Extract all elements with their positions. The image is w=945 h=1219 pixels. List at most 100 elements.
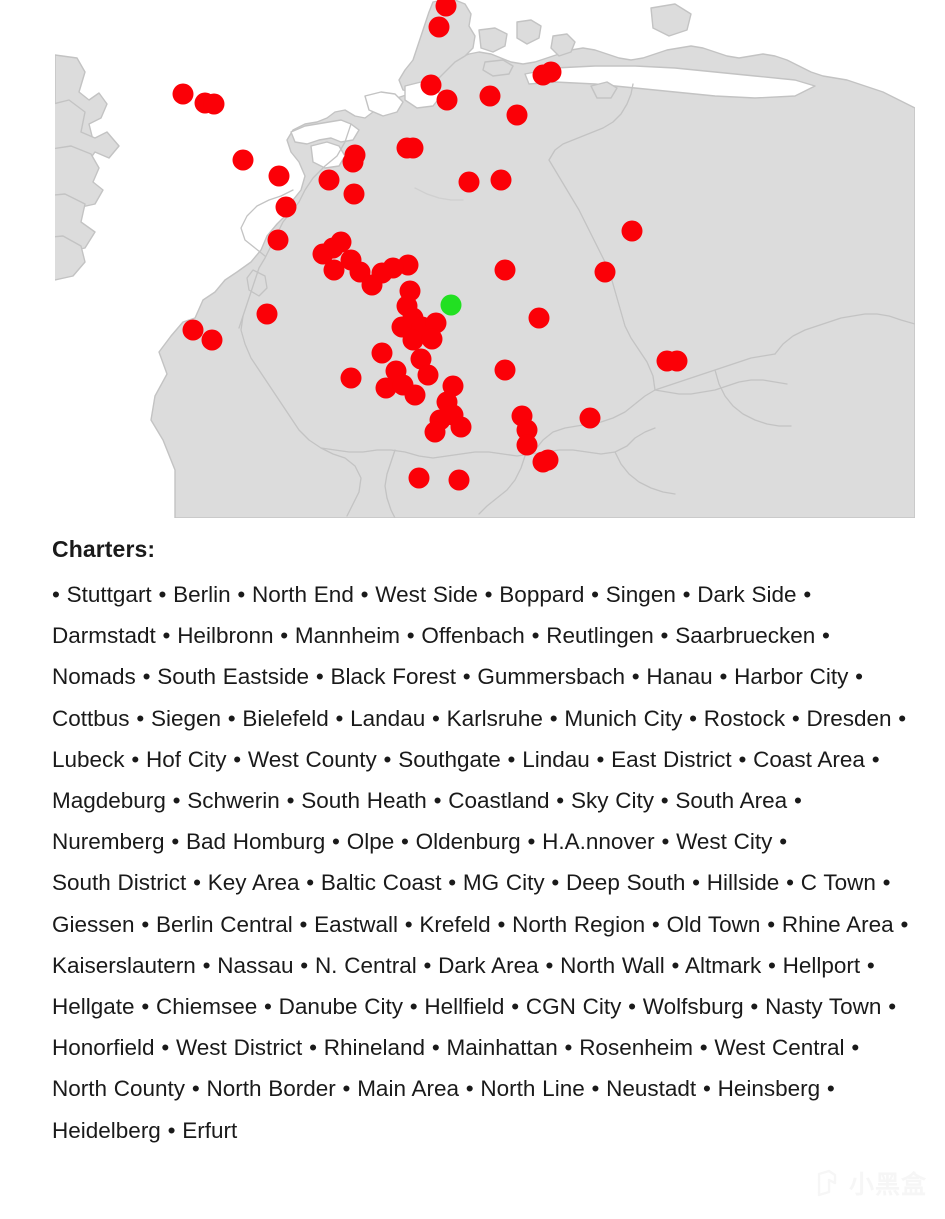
charter-name: North Region: [512, 911, 646, 937]
charter-name: Dresden: [806, 705, 892, 731]
charters-heading: Charters:: [52, 536, 156, 562]
charter-name: Rosenheim: [579, 1035, 693, 1061]
charter-name: Siegen: [150, 705, 222, 731]
map-marker-charter[interactable]: [201, 329, 223, 351]
charter-separator: •: [171, 829, 186, 855]
watermark: 小黑盒: [812, 1165, 927, 1201]
map-marker-charter[interactable]: [621, 220, 643, 242]
charter-separator: •: [631, 664, 647, 690]
map-marker-charter[interactable]: [172, 83, 194, 105]
charter-separator: •: [432, 705, 447, 731]
charter-separator: •: [237, 582, 253, 607]
map-marker-charter[interactable]: [182, 319, 204, 341]
charter-name: Dark Side: [697, 582, 797, 607]
charter-separator: •: [591, 582, 606, 607]
charter-name: Saarbruecken: [675, 623, 816, 649]
map-marker-charter[interactable]: [528, 307, 550, 329]
map-marker-charter[interactable]: [494, 259, 516, 281]
map-marker-charter[interactable]: [404, 384, 426, 406]
map-marker-charter[interactable]: [371, 342, 393, 364]
map-marker-charter[interactable]: [408, 467, 430, 489]
charter-separator: •: [689, 705, 704, 731]
map-marker-charter[interactable]: [450, 416, 472, 438]
map-marker-charter[interactable]: [232, 149, 254, 171]
map-marker-charter[interactable]: [458, 171, 480, 193]
charter-separator: •: [300, 952, 315, 978]
map-marker-charter[interactable]: [424, 421, 446, 443]
charter-separator: •: [315, 664, 331, 690]
charter-name: West Central: [714, 1035, 845, 1061]
map-marker-charter[interactable]: [516, 434, 538, 456]
map-marker-charter[interactable]: [448, 469, 470, 491]
charter-separator: •: [738, 746, 754, 772]
map-marker-charter[interactable]: [318, 169, 340, 191]
map-marker-charter[interactable]: [417, 364, 439, 386]
charter-separator: •: [409, 994, 425, 1020]
charter-name: Heinsberg: [717, 1076, 821, 1102]
map-marker-charter[interactable]: [275, 196, 297, 218]
watermark-logo-icon: [817, 1169, 837, 1197]
charter-separator: •: [448, 870, 463, 896]
map-marker-charter[interactable]: [343, 183, 365, 205]
map-marker-charter[interactable]: [532, 64, 554, 86]
map-marker-charter[interactable]: [436, 89, 458, 111]
charters-section: Charters: • Stuttgart • Berlin • North E…: [52, 534, 912, 1151]
map-marker-charter[interactable]: [344, 144, 366, 166]
charter-separator: •: [822, 623, 830, 649]
charter-separator: •: [682, 582, 698, 607]
map-marker-charter[interactable]: [361, 274, 383, 296]
charter-separator: •: [167, 1117, 183, 1143]
charter-name: North End: [252, 582, 354, 607]
map-marker-charter[interactable]: [268, 165, 290, 187]
map-marker-home[interactable]: [440, 294, 462, 316]
map-marker-charter[interactable]: [340, 367, 362, 389]
charter-separator: •: [306, 870, 321, 896]
charter-separator: •: [628, 994, 643, 1020]
map-marker-charter[interactable]: [267, 229, 289, 251]
map-marker-charter[interactable]: [323, 259, 345, 281]
map-marker-charter[interactable]: [479, 85, 501, 107]
charter-name: Neustadt: [606, 1076, 697, 1102]
charter-separator: •: [465, 1076, 481, 1102]
map-marker-charter[interactable]: [256, 303, 278, 325]
charter-separator: •: [360, 582, 376, 607]
charter-name: Kaiserslautern: [52, 952, 196, 978]
map-marker-charter[interactable]: [396, 137, 418, 159]
map-marker-charter[interactable]: [421, 328, 443, 350]
map-marker-charter[interactable]: [579, 407, 601, 429]
charter-name: West County: [247, 746, 377, 772]
charter-separator: •: [851, 1035, 860, 1061]
charter-name: Nasty Town: [765, 994, 882, 1020]
charter-name: Key Area: [207, 870, 300, 896]
charter-name: North Wall: [560, 952, 665, 978]
charter-name: East District: [611, 746, 732, 772]
map-marker-charter[interactable]: [532, 451, 554, 473]
charter-name: West Side: [375, 582, 478, 607]
charter-separator: •: [507, 746, 523, 772]
map-marker-charter[interactable]: [490, 169, 512, 191]
charter-separator: •: [671, 952, 685, 978]
map-marker-charter[interactable]: [506, 104, 528, 126]
map-marker-charter[interactable]: [656, 350, 678, 372]
charter-separator: •: [423, 952, 439, 978]
charter-name: North Line: [480, 1076, 585, 1102]
charter-separator: •: [661, 829, 677, 855]
map-marker-charter[interactable]: [428, 16, 450, 38]
map-marker-charter[interactable]: [420, 74, 442, 96]
charter-separator: •: [141, 911, 156, 937]
charter-separator: •: [767, 952, 783, 978]
map-marker-charter[interactable]: [203, 93, 225, 115]
map-panel[interactable]: [55, 0, 915, 518]
charter-separator: •: [551, 870, 567, 896]
charter-separator: •: [172, 788, 188, 814]
charter-separator: •: [591, 1076, 607, 1102]
charter-name: Stuttgart: [66, 582, 152, 607]
charter-name: Altmark: [684, 952, 762, 978]
charter-separator: •: [531, 623, 547, 649]
map-marker-charter[interactable]: [594, 261, 616, 283]
map-marker-charter[interactable]: [402, 329, 424, 351]
charter-name: South Area: [675, 788, 788, 814]
charter-separator: •: [564, 1035, 580, 1061]
map-marker-charter[interactable]: [382, 257, 404, 279]
map-marker-charter[interactable]: [494, 359, 516, 381]
